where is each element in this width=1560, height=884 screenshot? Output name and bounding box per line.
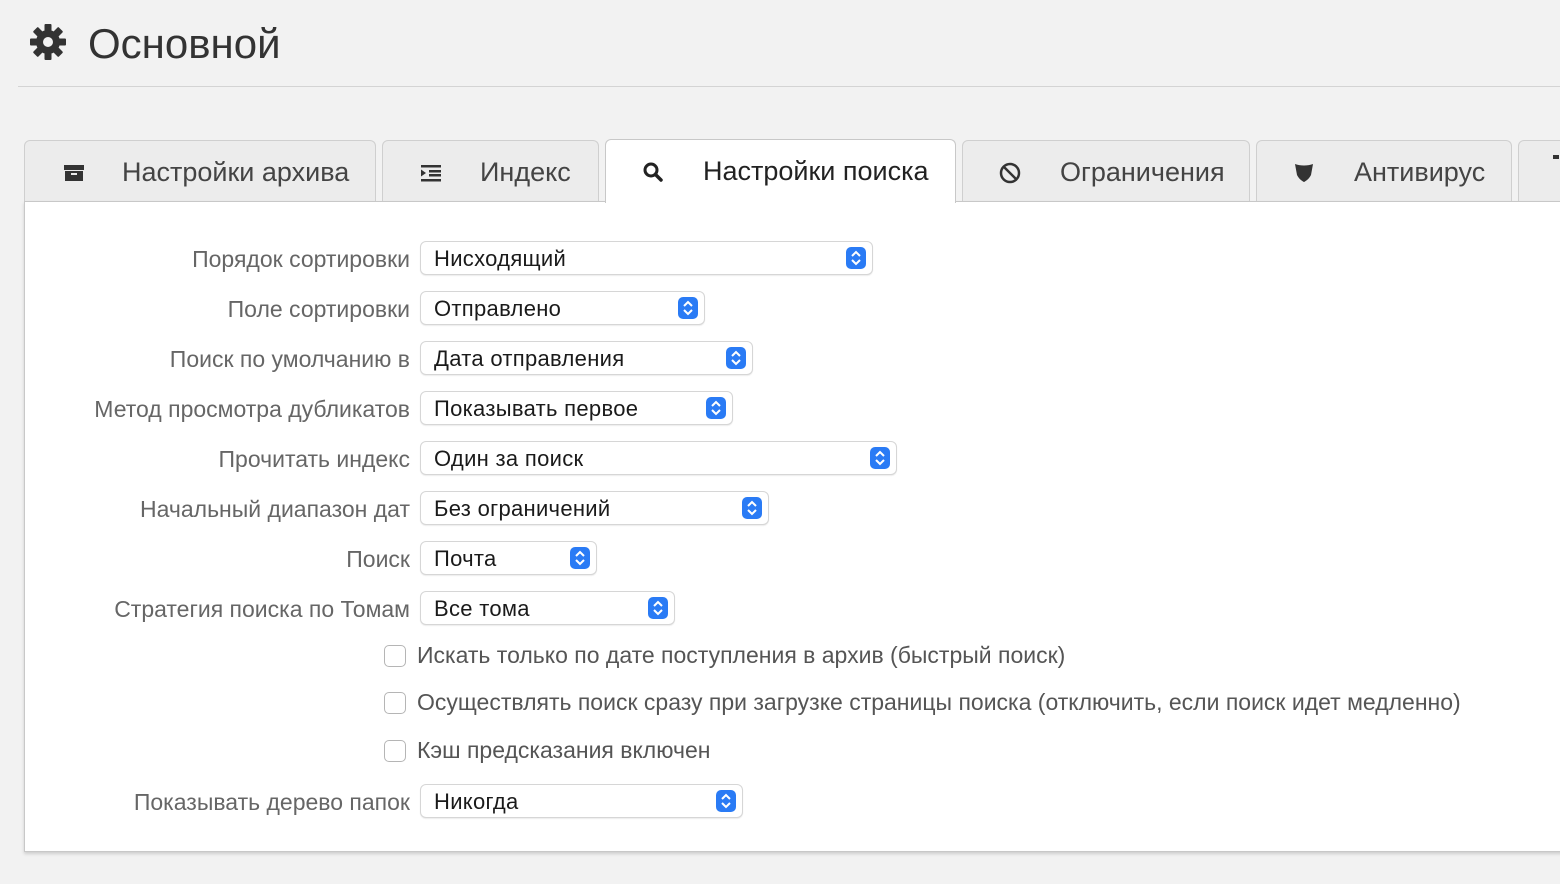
page-title: Основной	[88, 20, 281, 67]
duplicates-view-row: Метод просмотра дубликатов Показывать пе…	[25, 391, 1560, 427]
ban-icon	[999, 162, 1021, 184]
tab-bar: Настройки архива Индекс Настройки поиска	[24, 139, 1560, 203]
sort-order-row: Порядок сортировки Нисходящий	[25, 241, 1560, 277]
folder-tree-select[interactable]: Никогда	[420, 784, 743, 818]
sort-field-row: Поле сортировки Отправлено	[25, 291, 1560, 327]
sort-order-label: Порядок сортировки	[192, 246, 410, 272]
fast-search-checkbox[interactable]	[384, 645, 406, 667]
checkbox-label: Искать только по дате поступления в архи…	[417, 642, 1066, 668]
tab-antivirus[interactable]: Антивирус	[1256, 140, 1512, 201]
tab-overflow[interactable]	[1518, 140, 1560, 201]
tab-restrictions[interactable]: Ограничения	[962, 140, 1250, 201]
sort-field-label: Поле сортировки	[227, 296, 410, 322]
sort-field-select[interactable]: Отправлено	[420, 291, 705, 325]
tab-index[interactable]: Индекс	[382, 140, 599, 201]
date-range-label: Начальный диапазон дат	[139, 496, 410, 522]
select-value: Показывать первое	[434, 396, 639, 421]
shield-icon	[1295, 164, 1313, 182]
select-value: Один за поиск	[434, 446, 584, 471]
select-arrows-icon	[648, 597, 668, 619]
date-range-select[interactable]: Без ограничений	[420, 491, 769, 525]
search-type-label: Поиск	[346, 546, 410, 572]
search-type-select[interactable]: Почта	[420, 541, 597, 575]
folder-tree-label: Показывать дерево папок	[133, 789, 410, 815]
archive-icon	[64, 165, 84, 181]
search-settings-panel: Порядок сортировки Нисходящий Поле сорти…	[24, 201, 1560, 852]
read-index-select[interactable]: Один за поиск	[420, 441, 897, 475]
select-value: Никогда	[434, 789, 519, 814]
sort-order-select[interactable]: Нисходящий	[420, 241, 873, 275]
read-index-label: Прочитать индекс	[218, 446, 411, 472]
select-arrows-icon	[570, 547, 590, 569]
search-type-row: Поиск Почта	[25, 541, 1560, 577]
search-on-load-checkbox[interactable]	[384, 692, 406, 714]
select-value: Без ограничений	[434, 496, 611, 521]
tab-label: Индекс	[480, 157, 571, 187]
gear-icon	[30, 24, 66, 60]
volume-strategy-label: Стратегия поиска по Томам	[114, 596, 410, 622]
fast-search-option[interactable]: Искать только по дате поступления в архи…	[384, 642, 1560, 672]
checkbox-label: Кэш предсказания включен	[417, 737, 711, 763]
tab-label: Настройки архива	[122, 157, 350, 187]
tab-label: Ограничения	[1060, 157, 1225, 187]
duplicates-view-select[interactable]: Показывать первое	[420, 391, 733, 425]
select-arrows-icon	[846, 247, 866, 269]
page: Основной Настройки архива Индекс Настрой…	[0, 0, 1560, 884]
select-arrows-icon	[678, 297, 698, 319]
page-header: Основной	[18, 0, 1560, 87]
search-on-load-option[interactable]: Осуществлять поиск сразу при загрузке ст…	[384, 689, 1560, 719]
select-arrows-icon	[870, 447, 890, 469]
select-value: Нисходящий	[434, 246, 567, 271]
partial-tab-icon	[1553, 155, 1559, 159]
date-range-row: Начальный диапазон дат Без ограничений	[25, 491, 1560, 527]
prediction-cache-checkbox[interactable]	[384, 740, 406, 762]
select-value: Почта	[434, 546, 497, 571]
search-icon	[643, 162, 663, 182]
default-search-label: Поиск по умолчанию в	[169, 346, 410, 372]
checkbox-label: Осуществлять поиск сразу при загрузке ст…	[417, 689, 1461, 715]
list-indent-icon	[421, 165, 441, 182]
folder-tree-row: Показывать дерево папок Никогда	[25, 784, 1560, 820]
volume-strategy-select[interactable]: Все тома	[420, 591, 675, 625]
select-value: Отправлено	[434, 296, 562, 321]
tab-archive-settings[interactable]: Настройки архива	[24, 140, 376, 201]
default-search-select[interactable]: Дата отправления	[420, 341, 753, 375]
select-arrows-icon	[742, 497, 762, 519]
default-search-row: Поиск по умолчанию в Дата отправления	[25, 341, 1560, 377]
select-arrows-icon	[726, 347, 746, 369]
tab-search-settings[interactable]: Настройки поиска	[605, 139, 956, 203]
prediction-cache-option[interactable]: Кэш предсказания включен	[384, 737, 1560, 767]
select-arrows-icon	[706, 397, 726, 419]
read-index-row: Прочитать индекс Один за поиск	[25, 441, 1560, 477]
tab-label: Антивирус	[1354, 157, 1486, 187]
duplicates-view-label: Метод просмотра дубликатов	[94, 396, 410, 422]
select-value: Все тома	[434, 596, 530, 621]
select-arrows-icon	[716, 790, 736, 812]
volume-strategy-row: Стратегия поиска по Томам Все тома	[25, 591, 1560, 627]
tab-label: Настройки поиска	[703, 156, 929, 186]
select-value: Дата отправления	[434, 346, 625, 371]
